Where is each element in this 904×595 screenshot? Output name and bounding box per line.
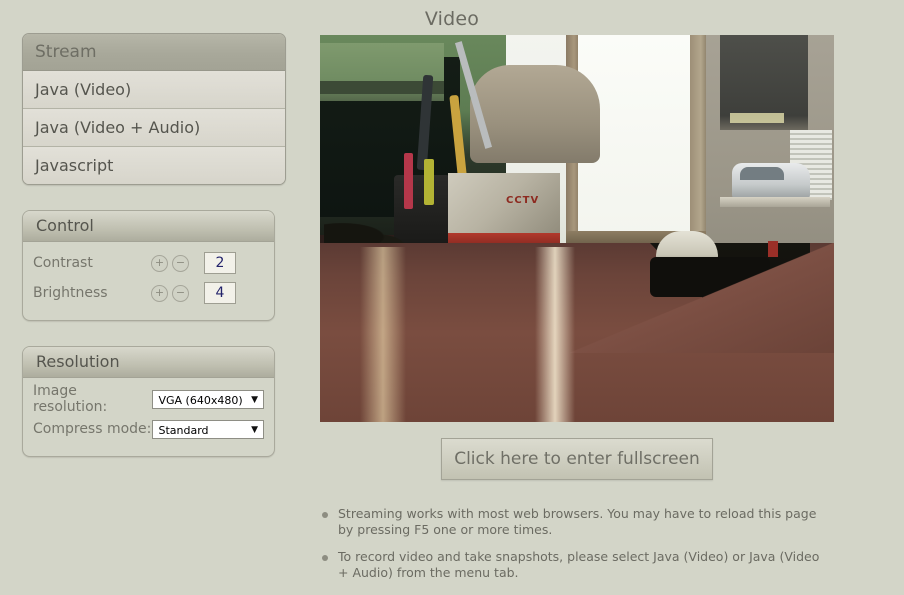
video-overlay-label: CCTV xyxy=(506,195,540,206)
list-item: Streaming works with most web browsers. … xyxy=(322,506,822,538)
video-frame-image: CCTV xyxy=(320,35,834,422)
image-resolution-label: Image resolution: xyxy=(33,383,108,415)
sidebar: Stream Java (Video) Java (Video + Audio)… xyxy=(22,33,286,457)
sidebar-item-java-video[interactable]: Java (Video) xyxy=(23,71,285,109)
resolution-row-image: Image resolution: VGA (640x480) ▼ xyxy=(33,383,264,415)
bullet-icon xyxy=(322,555,328,561)
resolution-panel-header: Resolution xyxy=(23,347,274,378)
image-resolution-select[interactable]: VGA (640x480) ▼ xyxy=(152,389,264,409)
brightness-increase-icon[interactable]: + xyxy=(151,284,168,302)
note-text: To record video and take snapshots, plea… xyxy=(338,549,820,580)
note-text: Streaming works with most web browsers. … xyxy=(338,506,817,537)
brightness-label: Brightness xyxy=(33,285,108,301)
image-resolution-value: VGA (640x480) xyxy=(158,393,243,407)
page-title: Video xyxy=(424,8,480,30)
control-row-brightness: Brightness + − 4 xyxy=(33,280,264,306)
compress-mode-select[interactable]: Standard ▼ xyxy=(152,419,264,439)
control-panel: Control Contrast + − 2 Brightness + − 4 xyxy=(22,210,275,321)
sidebar-item-java-video-audio[interactable]: Java (Video + Audio) xyxy=(23,109,285,147)
compress-mode-value: Standard xyxy=(158,423,209,437)
list-item: To record video and take snapshots, plea… xyxy=(322,549,822,581)
resolution-row-compress: Compress mode: Standard ▼ xyxy=(33,416,264,442)
enter-fullscreen-button[interactable]: Click here to enter fullscreen xyxy=(441,438,713,480)
control-panel-header: Control xyxy=(23,211,274,242)
contrast-increase-icon[interactable]: + xyxy=(151,254,168,272)
bullet-icon xyxy=(322,512,328,518)
control-row-contrast: Contrast + − 2 xyxy=(33,250,264,276)
brightness-value-input[interactable]: 4 xyxy=(204,282,236,304)
chevron-down-icon: ▼ xyxy=(251,394,258,405)
chevron-down-icon: ▼ xyxy=(251,424,258,435)
video-stream[interactable]: CCTV xyxy=(320,35,834,422)
resolution-panel-body: Image resolution: VGA (640x480) ▼ Compre… xyxy=(23,378,274,456)
resolution-panel: Resolution Image resolution: VGA (640x48… xyxy=(22,346,275,457)
contrast-value-input[interactable]: 2 xyxy=(204,252,236,274)
control-panel-body: Contrast + − 2 Brightness + − 4 xyxy=(23,242,274,320)
contrast-decrease-icon[interactable]: − xyxy=(172,254,189,272)
stream-menu-header: Stream xyxy=(23,34,285,71)
stream-menu: Stream Java (Video) Java (Video + Audio)… xyxy=(22,33,286,185)
contrast-label: Contrast xyxy=(33,255,93,271)
compress-mode-label: Compress mode: xyxy=(33,421,152,437)
sidebar-item-javascript[interactable]: Javascript xyxy=(23,147,285,184)
notes-list: Streaming works with most web browsers. … xyxy=(322,506,822,592)
brightness-decrease-icon[interactable]: − xyxy=(172,284,189,302)
